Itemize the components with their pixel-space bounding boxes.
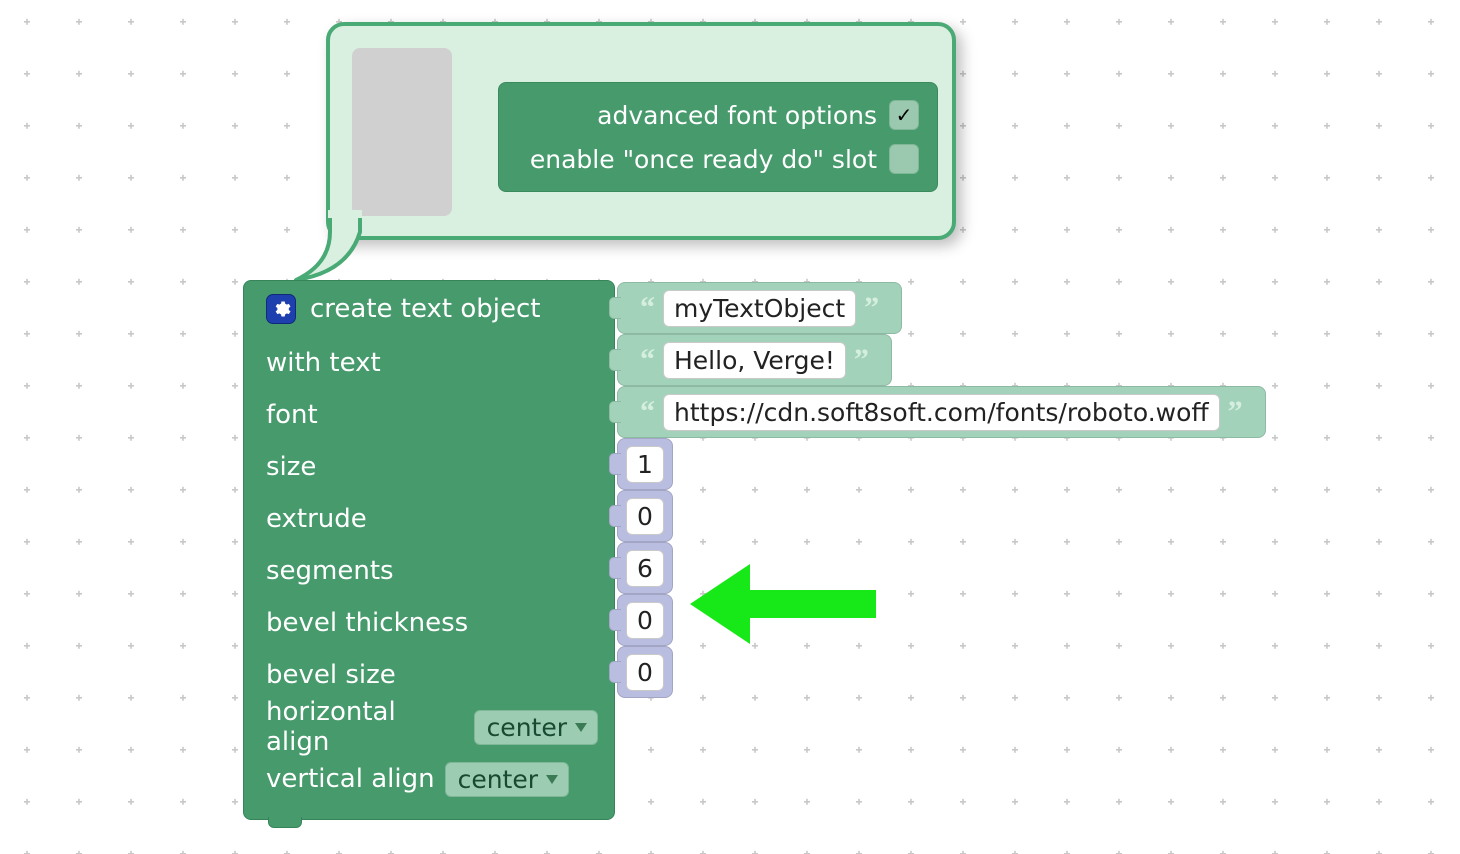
chevron-down-icon bbox=[575, 723, 587, 732]
row-label: font bbox=[266, 400, 318, 430]
row-label: segments bbox=[266, 556, 394, 586]
number-field[interactable]: 6 bbox=[626, 550, 664, 587]
create-text-object-block[interactable]: create text object with text font size e… bbox=[243, 280, 615, 820]
text-input-block-name[interactable]: “ myTextObject ” bbox=[617, 282, 902, 334]
number-input-block-bevel-thickness[interactable]: 0 bbox=[617, 594, 673, 646]
row-label: horizontal align bbox=[266, 697, 464, 757]
dropdown-value: center bbox=[487, 713, 567, 742]
block-row-with-text: with text bbox=[244, 337, 614, 389]
row-label: bevel size bbox=[266, 660, 396, 690]
block-row-extrude: extrude bbox=[244, 493, 614, 545]
mutator-option-row: enable "once ready do" slot bbox=[517, 137, 919, 181]
mutator-preview-slot bbox=[352, 48, 452, 216]
bubble-tail-icon bbox=[290, 214, 390, 284]
row-label: bevel thickness bbox=[266, 608, 468, 638]
v-align-dropdown[interactable]: center bbox=[445, 762, 569, 797]
chevron-down-icon bbox=[546, 775, 558, 784]
dropdown-value: center bbox=[458, 765, 538, 794]
gear-icon[interactable] bbox=[266, 294, 296, 324]
block-row-title: create text object bbox=[244, 281, 614, 337]
number-field[interactable]: 0 bbox=[626, 654, 664, 691]
block-row-segments: segments bbox=[244, 545, 614, 597]
mutator-option-label: enable "once ready do" slot bbox=[530, 145, 877, 174]
number-field[interactable]: 0 bbox=[626, 602, 664, 639]
open-quote-icon: “ bbox=[632, 291, 663, 325]
mutator-option-label: advanced font options bbox=[597, 101, 877, 130]
row-label: extrude bbox=[266, 504, 367, 534]
block-row-v-align: vertical align center bbox=[244, 753, 614, 805]
annotation-arrow-icon bbox=[690, 558, 880, 650]
close-quote-icon: ” bbox=[856, 291, 887, 325]
number-field[interactable]: 1 bbox=[626, 446, 664, 483]
text-field[interactable]: https://cdn.soft8soft.com/fonts/roboto.w… bbox=[663, 394, 1220, 431]
mutator-options-block[interactable]: advanced font options ✓ enable "once rea… bbox=[498, 82, 938, 192]
mutator-bubble: advanced font options ✓ enable "once rea… bbox=[326, 22, 956, 240]
block-row-bevel-size: bevel size bbox=[244, 649, 614, 701]
block-row-bevel-thickness: bevel thickness bbox=[244, 597, 614, 649]
number-input-block-bevel-size[interactable]: 0 bbox=[617, 646, 673, 698]
checkbox-advanced-font[interactable]: ✓ bbox=[889, 100, 919, 130]
close-quote-icon: ” bbox=[846, 343, 877, 377]
number-field[interactable]: 0 bbox=[626, 498, 664, 535]
checkbox-once-ready[interactable] bbox=[889, 144, 919, 174]
block-row-font: font bbox=[244, 389, 614, 441]
number-input-block-segments[interactable]: 6 bbox=[617, 542, 673, 594]
row-label: with text bbox=[266, 348, 381, 378]
block-row-h-align: horizontal align center bbox=[244, 701, 614, 753]
open-quote-icon: “ bbox=[632, 395, 663, 429]
block-row-size: size bbox=[244, 441, 614, 493]
close-quote-icon: ” bbox=[1220, 395, 1251, 429]
number-input-block-size[interactable]: 1 bbox=[617, 438, 673, 490]
h-align-dropdown[interactable]: center bbox=[474, 710, 598, 745]
block-title-label: create text object bbox=[310, 294, 541, 324]
row-label: size bbox=[266, 452, 316, 482]
mutator-option-row: advanced font options ✓ bbox=[517, 93, 919, 137]
row-label: vertical align bbox=[266, 764, 435, 794]
text-input-block-font[interactable]: “ https://cdn.soft8soft.com/fonts/roboto… bbox=[617, 386, 1266, 438]
text-input-block-text[interactable]: “ Hello, Verge! ” bbox=[617, 334, 892, 386]
number-input-block-extrude[interactable]: 0 bbox=[617, 490, 673, 542]
text-field[interactable]: myTextObject bbox=[663, 290, 856, 327]
open-quote-icon: “ bbox=[632, 343, 663, 377]
text-field[interactable]: Hello, Verge! bbox=[663, 342, 846, 379]
